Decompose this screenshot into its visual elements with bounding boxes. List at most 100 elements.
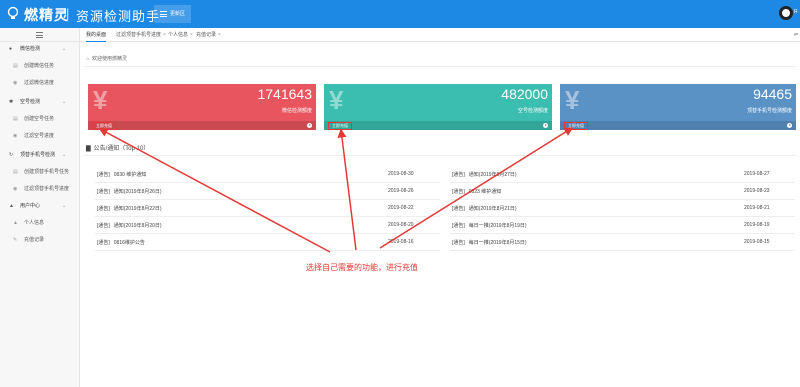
user-avatar[interactable]	[779, 6, 793, 20]
notice-tag: [通告]	[97, 223, 110, 229]
user-icon: ▲	[13, 220, 18, 226]
sidebar-group-phone-replace[interactable]: ↻ 顶替手机号检测 ⌄	[0, 149, 80, 161]
card-footer: 立即充值	[88, 121, 316, 130]
divider	[95, 233, 440, 234]
divider	[84, 66, 796, 67]
card-description: 空号检测额度	[517, 108, 548, 114]
chevron-down-icon: ⌄	[62, 203, 67, 209]
close-icon[interactable]: ×	[163, 32, 166, 38]
notice-link[interactable]: 每日一推(2019年8月15日)	[469, 240, 527, 246]
sidebar-item-label: 过滤空号进度	[24, 133, 55, 139]
divider	[95, 250, 440, 251]
brand-separator: |	[66, 6, 70, 21]
sidebar-item-create-wechat-task[interactable]: ▤ 创建微信任务	[0, 60, 80, 72]
notice-tag: [通告]	[97, 206, 110, 212]
edit-icon: ✎	[13, 237, 18, 243]
sidebar-group-empty-number[interactable]: ✱ 空号检测 ⌄	[0, 96, 80, 108]
sidebar-collapse-button[interactable]	[0, 28, 80, 42]
welcome-message: ⌂ 欢迎使用燃精灵	[86, 55, 127, 62]
eye-icon: ◉	[13, 80, 18, 86]
chevron-down-icon: ⌄	[62, 152, 67, 158]
notice-tag: [通告]	[452, 206, 465, 212]
close-icon[interactable]: ×	[218, 32, 221, 38]
notice-tag: [通告]	[97, 172, 110, 178]
phone-replace-quota-card: ¥ 94465 顶替手机号检测额度 立即充值	[560, 84, 796, 130]
arrow-right-icon[interactable]	[787, 123, 792, 128]
tab-desktop[interactable]: 我的桌面	[86, 28, 107, 42]
yen-icon: ¥	[93, 85, 108, 115]
wechat-quota-card: ¥ 1741643 微信检测额度 立即充值	[88, 84, 316, 130]
divider	[450, 233, 795, 234]
notice-link[interactable]: 0823 维护通知	[469, 189, 502, 195]
tab-more-icon[interactable]: ⇌	[794, 28, 798, 42]
divider	[95, 182, 440, 183]
card-description: 顶替手机号检测额度	[746, 108, 792, 114]
sidebar-item-profile[interactable]: ▲ 个人信息	[0, 217, 80, 229]
tab-bar: 我的桌面 过滤顶替手机号进度 × 个人信息 × 充值记录 × ⇌	[80, 28, 800, 42]
notice-title-text: 公告/通知（Top 10）	[93, 146, 150, 152]
arrow-right-icon[interactable]	[307, 123, 312, 128]
notice-tag: [通告]	[452, 172, 465, 178]
sidebar-group-wechat[interactable]: ● 微信检测 ⌄	[0, 43, 80, 55]
users-icon: ▲	[9, 203, 14, 209]
card-footer: 立即充值	[324, 121, 552, 130]
notice-link[interactable]: 通知(2019年8月21日)	[469, 206, 517, 212]
arrow-right-icon[interactable]	[543, 123, 548, 128]
notice-link[interactable]: 通知(2019年8月22日)	[114, 206, 162, 212]
card-value: 482000	[501, 86, 548, 102]
notice-link[interactable]: 通知(2019年8月27日)	[469, 172, 517, 178]
welcome-text: 欢迎使用燃精灵	[92, 56, 128, 62]
notice-link[interactable]: 0830 维护通知	[114, 172, 147, 178]
notice-link[interactable]: 通知(2019年8月26日)	[114, 189, 162, 195]
divider	[84, 155, 796, 156]
menu-toggle-label: 更新区	[170, 11, 186, 17]
sidebar-item-phone-progress[interactable]: ◉ 过滤顶替手机号进度	[0, 183, 80, 195]
sidebar-item-create-empty-task[interactable]: ▤ 创建空号任务	[0, 113, 80, 125]
notice-tag: [通告]	[452, 240, 465, 246]
notice-tag: [通告]	[97, 240, 110, 246]
sidebar-item-label: 创建微信任务	[24, 63, 55, 69]
sidebar-item-recharge-records[interactable]: ✎ 充值记录	[0, 234, 80, 246]
chevron-down-icon: ⌄	[62, 46, 67, 52]
sidebar-group-user-center[interactable]: ▲ 用户中心 ⌄	[0, 200, 80, 212]
recharge-button[interactable]: 立即充值	[92, 122, 116, 130]
notice-link[interactable]: 每日一推(2019年8月19日)	[469, 223, 527, 229]
top-bar: 燃精灵 | 资源检测助手 更新区 R	[0, 0, 800, 28]
user-name[interactable]: R	[794, 9, 800, 15]
menu-toggle-button[interactable]: 更新区	[154, 5, 192, 23]
sidebar-item-label: 创建顶替手机号任务	[24, 169, 70, 175]
tab-label: 充值记录	[196, 32, 217, 38]
divider	[95, 216, 440, 217]
sidebar-item-label: 空号检测	[20, 99, 41, 105]
notice-link[interactable]: 0816维护公告	[114, 240, 145, 246]
divider	[450, 250, 795, 251]
sidebar-item-empty-progress[interactable]: ◉ 过滤空号进度	[0, 130, 80, 142]
card-description: 微信检测额度	[281, 108, 312, 114]
sidebar: ● 微信检测 ⌄ ▤ 创建微信任务 ◉ 过滤微信进度 ✱ 空号检测 ⌄ ▤ 创建…	[0, 28, 80, 387]
recharge-button[interactable]: 立即充值	[328, 122, 352, 130]
card-value: 1741643	[257, 86, 312, 102]
empty-number-quota-card: ¥ 482000 空号检测额度 立即充值	[324, 84, 552, 130]
tab-label: 个人信息	[168, 32, 189, 38]
tab-phone-progress[interactable]: 过滤顶替手机号进度 ×	[116, 28, 166, 42]
notice-link[interactable]: 通知(2019年8月20日)	[114, 223, 162, 229]
sidebar-item-wechat-progress[interactable]: ◉ 过滤微信进度	[0, 77, 80, 89]
sidebar-item-label: 个人信息	[24, 220, 45, 226]
doc-icon: ▤	[13, 116, 18, 122]
chevron-down-icon: ⌄	[62, 99, 67, 105]
brand-subtitle: 资源检测助手	[76, 9, 161, 24]
sidebar-item-label: 微信检测	[20, 46, 41, 52]
close-icon[interactable]: ×	[190, 32, 193, 38]
divider	[450, 182, 795, 183]
notice-tag: [通告]	[452, 223, 465, 229]
tab-recharge-records[interactable]: 充值记录 ×	[196, 28, 221, 42]
sidebar-item-create-phone-task[interactable]: ▤ 创建顶替手机号任务	[0, 166, 80, 178]
gear-icon: ✱	[9, 99, 14, 105]
eye-icon: ◉	[13, 186, 18, 192]
doc-icon: ▤	[13, 169, 18, 175]
bulb-logo-icon	[7, 6, 19, 19]
wechat-icon: ●	[9, 46, 13, 52]
recharge-button[interactable]: 立即充值	[564, 122, 588, 130]
tab-profile[interactable]: 个人信息 ×	[168, 28, 193, 42]
sidebar-item-label: 顶替手机号检测	[20, 152, 56, 158]
